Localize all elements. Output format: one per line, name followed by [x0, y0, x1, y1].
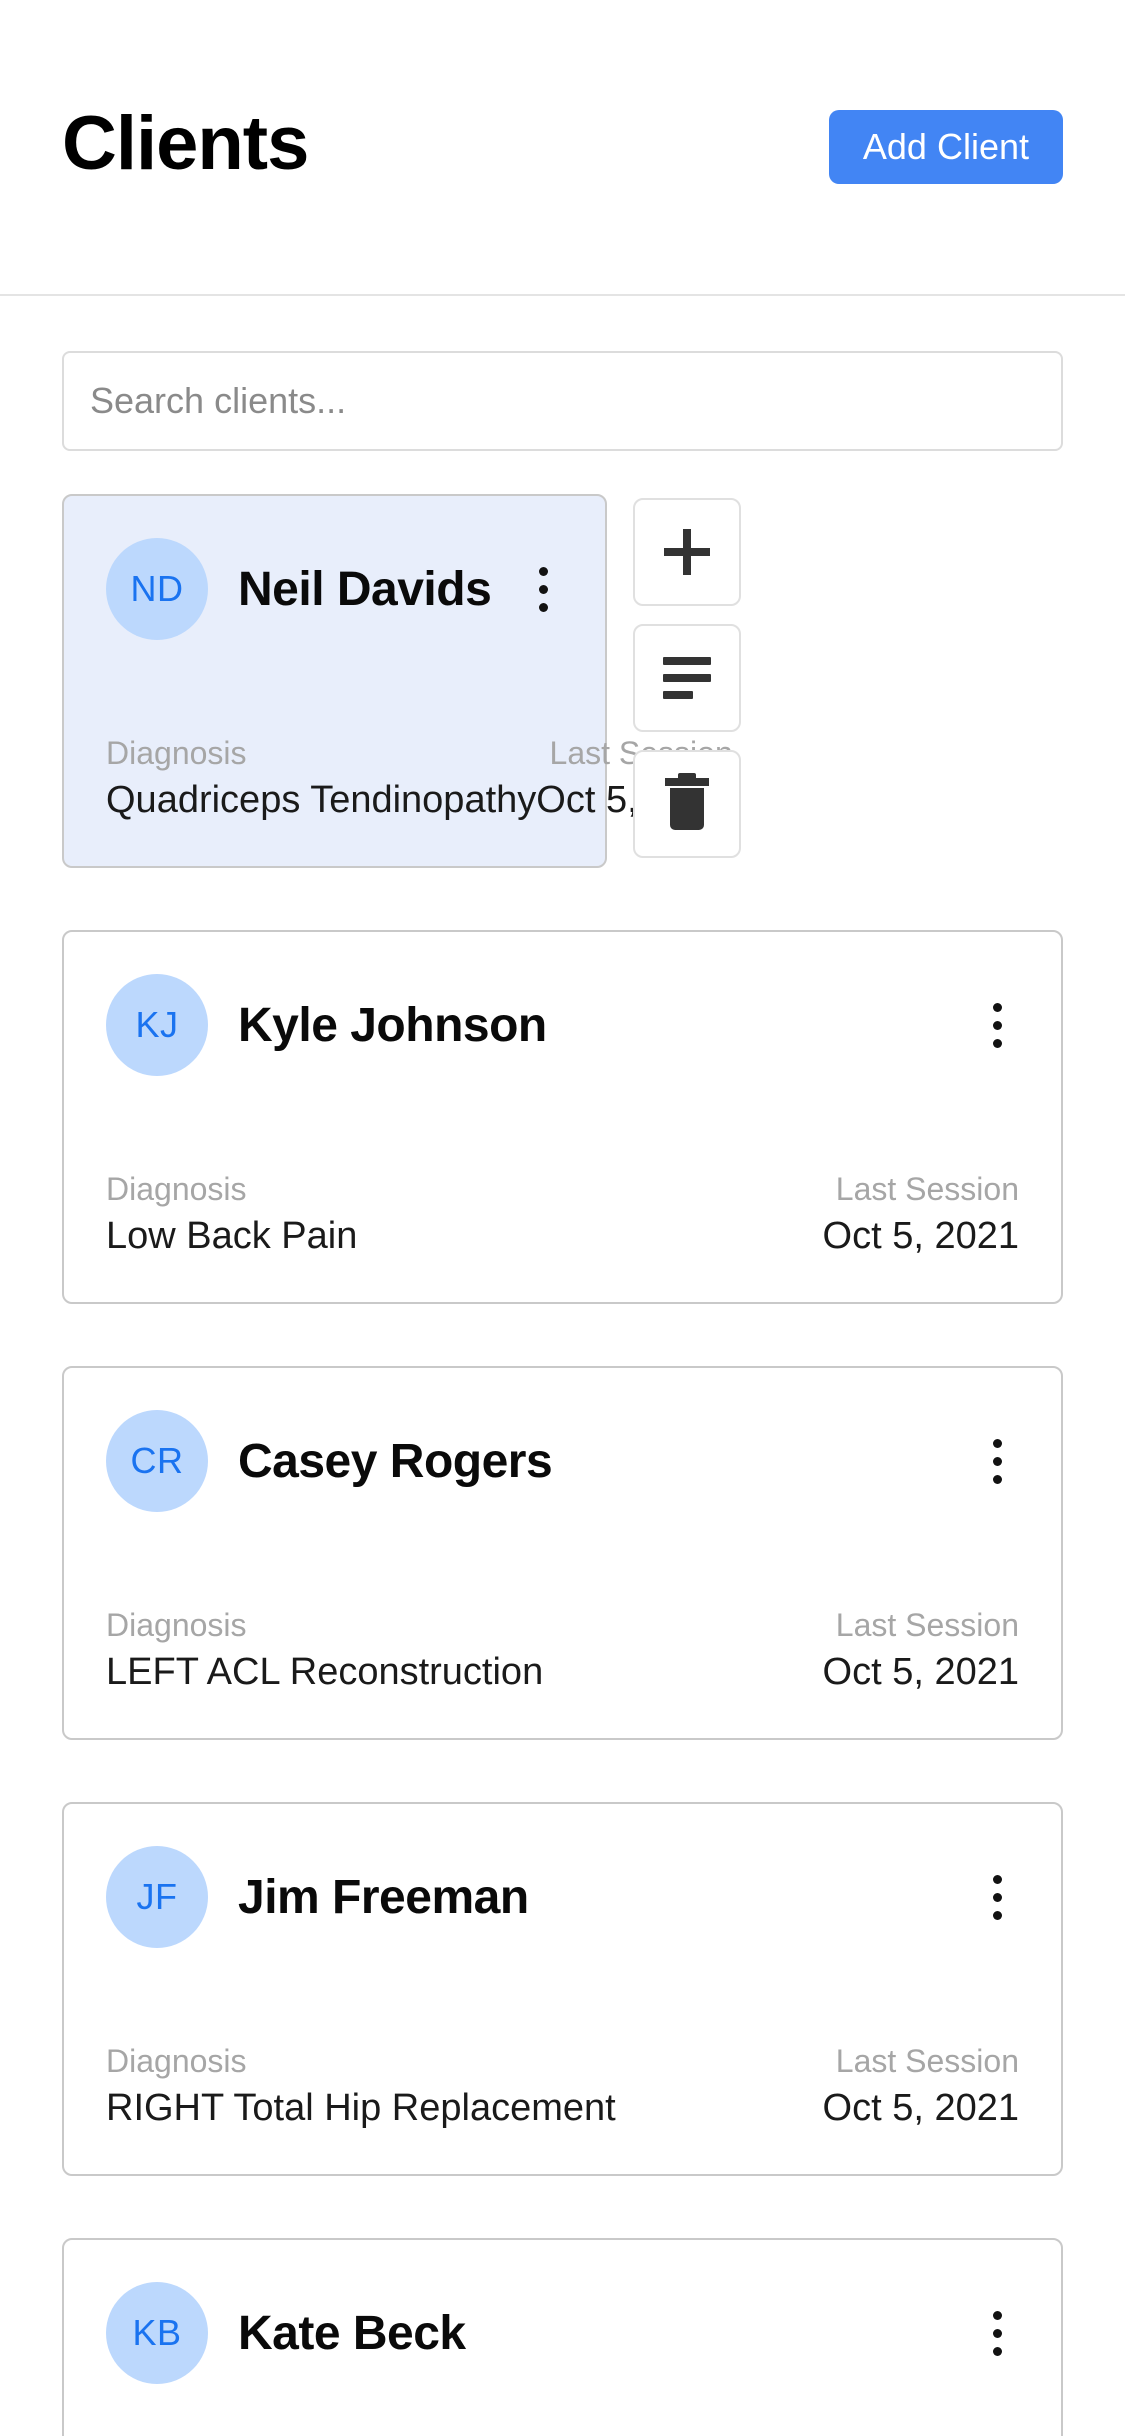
kebab-dot	[992, 2346, 1002, 2356]
client-card-kyle-johnson[interactable]: KJ Kyle Johnson Diagnosis Low Back Pain …	[62, 930, 1063, 1304]
plus-icon	[664, 529, 710, 575]
client-card-meta: Diagnosis Low Back Pain Last Session Oct…	[106, 1168, 1019, 1262]
diagnosis-value: Low Back Pain	[106, 1214, 358, 1257]
diagnosis-value: LEFT ACL Reconstruction	[106, 1650, 544, 1693]
kebab-dot	[992, 1002, 1002, 1012]
search-input[interactable]	[62, 351, 1063, 451]
client-card-header: KB Kate Beck	[106, 2282, 1019, 2384]
kebab-dot	[538, 566, 548, 576]
kebab-dot	[992, 1910, 1002, 1920]
client-card-header: CR Casey Rogers	[106, 1410, 1019, 1512]
view-notes-button[interactable]	[633, 624, 741, 732]
client-action-buttons	[633, 494, 741, 858]
diagnosis-value: Quadriceps Tendinopathy	[106, 778, 537, 821]
more-options-icon[interactable]	[975, 1867, 1019, 1927]
client-card-meta: Diagnosis RIGHT Total Hip Replacement La…	[106, 2040, 1019, 2134]
client-card-casey-rogers[interactable]: CR Casey Rogers Diagnosis LEFT ACL Recon…	[62, 1366, 1063, 1740]
kebab-dot	[992, 1474, 1002, 1484]
last-session-label: Last Session	[835, 1170, 1019, 1207]
client-name: Kyle Johnson	[238, 998, 547, 1052]
client-row: JF Jim Freeman Diagnosis RIGHT Total Hip…	[62, 1802, 1063, 2176]
client-name: Neil Davids	[238, 562, 492, 616]
last-session-block: Last Session Oct 5, 2021	[823, 2040, 1019, 2134]
client-card-meta: Diagnosis LEFT ACL Reconstruction Last S…	[106, 1604, 1019, 1698]
client-card-neil-davids[interactable]: ND Neil Davids Diagnosis Quadriceps Tend…	[62, 494, 733, 868]
client-row: KB Kate Beck Diagnosis Last Session	[62, 2238, 1063, 2436]
kebab-dot	[992, 1892, 1002, 1902]
diagnosis-block: Diagnosis RIGHT Total Hip Replacement	[106, 2040, 616, 2134]
more-options-icon[interactable]	[975, 995, 1019, 1055]
more-options-icon[interactable]	[521, 559, 565, 619]
kebab-dot	[538, 584, 548, 594]
client-card-header: JF Jim Freeman	[106, 1846, 1019, 1948]
diagnosis-label: Diagnosis	[106, 1170, 247, 1207]
avatar: ND	[106, 538, 208, 640]
lines-icon	[663, 657, 711, 699]
client-list: ND Neil Davids Diagnosis Quadriceps Tend…	[0, 494, 1125, 2436]
last-session-value: Oct 5, 2021	[822, 2086, 1019, 2129]
add-session-button[interactable]	[633, 498, 741, 606]
last-session-value: Oct 5, 2021	[822, 1214, 1019, 1257]
diagnosis-block: Diagnosis Low Back Pain	[106, 1168, 357, 1262]
kebab-dot	[992, 1020, 1002, 1030]
search-section	[0, 296, 1125, 451]
diagnosis-block: Diagnosis LEFT ACL Reconstruction	[106, 1604, 543, 1698]
avatar: CR	[106, 1410, 208, 1512]
avatar: KJ	[106, 974, 208, 1076]
client-row: CR Casey Rogers Diagnosis LEFT ACL Recon…	[62, 1366, 1063, 1740]
client-card-kate-beck[interactable]: KB Kate Beck Diagnosis Last Session	[62, 2238, 1063, 2436]
clients-screen: Clients Add Client ND Neil Davids	[0, 0, 1125, 2436]
delete-client-button[interactable]	[633, 750, 741, 858]
kebab-dot	[992, 1438, 1002, 1448]
client-row: ND Neil Davids Diagnosis Quadriceps Tend…	[62, 494, 1063, 868]
client-card-meta: Diagnosis Quadriceps Tendinopathy Last S…	[106, 732, 733, 826]
diagnosis-label: Diagnosis	[106, 1606, 247, 1643]
client-name: Casey Rogers	[238, 1434, 553, 1488]
client-card-header: ND Neil Davids	[106, 538, 563, 640]
diagnosis-label: Diagnosis	[106, 734, 247, 771]
last-session-label: Last Session	[835, 1606, 1019, 1643]
diagnosis-block: Diagnosis Quadriceps Tendinopathy	[106, 732, 536, 826]
client-name: Kate Beck	[238, 2306, 466, 2360]
diagnosis-value: RIGHT Total Hip Replacement	[106, 2086, 616, 2129]
add-client-button[interactable]: Add Client	[828, 110, 1063, 184]
last-session-block: Last Session Oct 5, 2021	[823, 1604, 1019, 1698]
diagnosis-label: Diagnosis	[106, 2042, 247, 2079]
client-card-jim-freeman[interactable]: JF Jim Freeman Diagnosis RIGHT Total Hip…	[62, 1802, 1063, 2176]
more-options-icon[interactable]	[975, 1431, 1019, 1491]
kebab-dot	[992, 2328, 1002, 2338]
last-session-value: Oct 5, 2021	[822, 1650, 1019, 1693]
kebab-dot	[992, 2310, 1002, 2320]
last-session-label: Last Session	[835, 2042, 1019, 2079]
kebab-dot	[992, 1038, 1002, 1048]
last-session-block: Last Session Oct 5, 2021	[823, 1168, 1019, 1262]
more-options-icon[interactable]	[975, 2303, 1019, 2363]
client-name: Jim Freeman	[238, 1870, 529, 1924]
avatar: KB	[106, 2282, 208, 2384]
kebab-dot	[992, 1456, 1002, 1466]
avatar: JF	[106, 1846, 208, 1948]
page-header: Clients Add Client	[0, 0, 1125, 296]
kebab-dot	[538, 602, 548, 612]
client-row: KJ Kyle Johnson Diagnosis Low Back Pain …	[62, 930, 1063, 1304]
client-card-header: KJ Kyle Johnson	[106, 974, 1019, 1076]
kebab-dot	[992, 1874, 1002, 1884]
page-title: Clients	[62, 101, 309, 186]
trash-icon	[665, 773, 709, 830]
